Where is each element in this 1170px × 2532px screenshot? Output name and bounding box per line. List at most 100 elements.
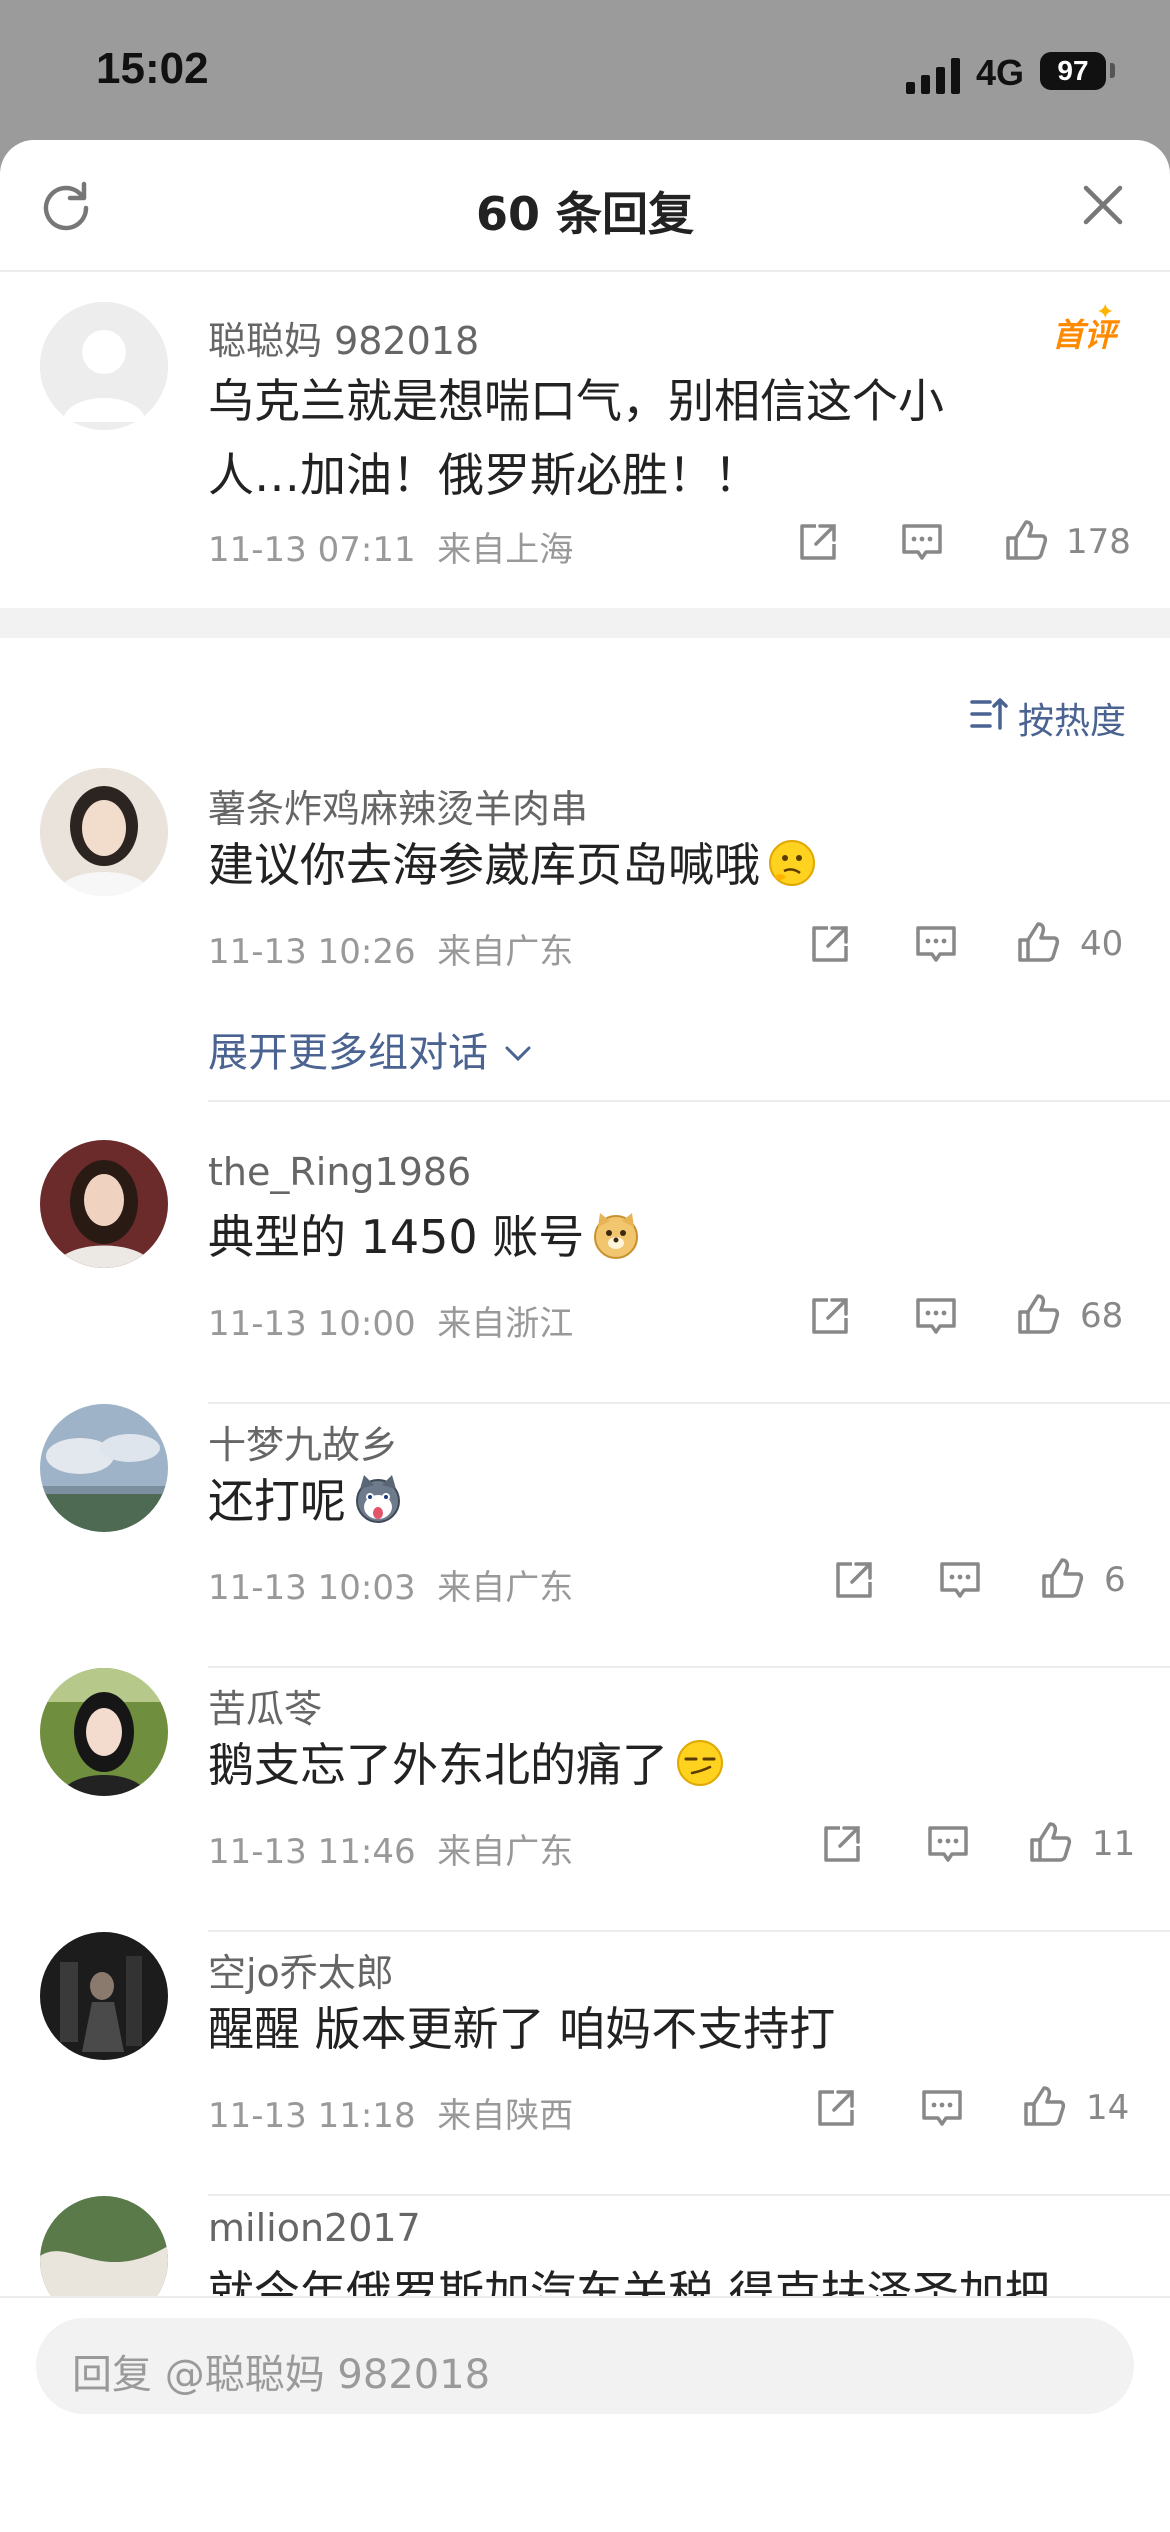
reply-item: milion2017 就今年俄罗斯加汽车关税 得克扶泽圣加把 — [0, 2196, 1170, 2296]
comment-location: 来自上海 — [437, 530, 574, 570]
username[interactable]: 空jo乔太郎 — [208, 1942, 394, 1997]
expand-label: 展开更多组对话 — [208, 1030, 488, 1076]
comment-text-content: 典型的 1450 账号 — [208, 1210, 585, 1264]
comment-location: 来自广东 — [437, 1568, 574, 1608]
avatar[interactable] — [40, 768, 168, 896]
share-icon[interactable] — [820, 1822, 864, 1866]
like-icon[interactable] — [1016, 1292, 1060, 1336]
comment-text: 还打呢 — [208, 1464, 404, 1538]
avatar[interactable] — [40, 1668, 168, 1796]
comment-meta: 11-13 11:18 来自陕西 — [208, 2088, 573, 2137]
reply-item: 空jo乔太郎 醒醒 版本更新了 咱妈不支持打 11-13 11:18 来自陕西 … — [0, 1932, 1170, 2196]
expand-more-link[interactable]: 展开更多组对话 — [208, 1020, 535, 1078]
comment-text-line-2: 人…加油！俄罗斯必胜！！ — [208, 448, 760, 502]
like-icon[interactable] — [1040, 1556, 1084, 1600]
avatar[interactable] — [40, 1932, 168, 2060]
username[interactable]: milion2017 — [208, 2206, 421, 2250]
share-icon[interactable] — [808, 1294, 852, 1338]
reply-item: 薯条炸鸡麻辣烫羊肉串 建议你去海参崴库页岛喊哦 11-13 10:26 来自广东… — [0, 768, 1170, 1102]
comment-icon[interactable] — [920, 2086, 964, 2130]
replies-sheet: 60 条回复 聪聪妈 982018 首评 ✦ 乌克兰就是想喘口气，别相信这个小 … — [0, 140, 1170, 2532]
doge-icon — [594, 1213, 639, 1259]
comment-text: 醒醒 版本更新了 咱妈不支持打 — [208, 2002, 836, 2056]
comment-time: 11-13 07:11 — [208, 530, 416, 570]
comment-text-content: 还打呢 — [208, 1474, 346, 1528]
comment-location: 来自广东 — [437, 932, 574, 972]
sort-icon — [970, 698, 1008, 730]
comment-text: 就今年俄罗斯加汽车关税 得克扶泽圣加把 — [208, 2266, 1051, 2296]
share-icon[interactable] — [796, 520, 840, 564]
reply-item: 十梦九故乡 还打呢 11-13 10:03 来自广东 6 — [0, 1404, 1170, 1668]
thinking-face-icon — [769, 840, 815, 886]
divider — [208, 1100, 1170, 1102]
comment-icon[interactable] — [900, 520, 944, 564]
comment-meta: 11-13 07:11 来自上海 — [208, 522, 573, 571]
comment-icon[interactable] — [938, 1558, 982, 1602]
sparkle-icon: ✦ — [1096, 300, 1115, 325]
username[interactable]: 薯条炸鸡麻辣烫羊肉串 — [208, 778, 588, 833]
status-bar: 15:02 4G 97 — [0, 0, 1170, 140]
like-count: 14 — [1086, 2088, 1130, 2128]
like-icon[interactable] — [1016, 920, 1060, 964]
sort-label: 按热度 — [1018, 701, 1127, 742]
username[interactable]: 聪聪妈 982018 — [208, 310, 479, 365]
comment-text-content: 建议你去海参崴库页岛喊哦 — [208, 838, 760, 892]
comment-icon[interactable] — [914, 922, 958, 966]
comment-location: 来自陕西 — [437, 2096, 574, 2136]
status-time: 15:02 — [96, 44, 209, 93]
like-icon[interactable] — [1022, 2084, 1066, 2128]
share-icon[interactable] — [808, 922, 852, 966]
comment-time: 11-13 11:18 — [208, 2096, 416, 2136]
root-comment: 聪聪妈 982018 首评 ✦ 乌克兰就是想喘口气，别相信这个小 人…加油！俄罗… — [0, 270, 1170, 608]
comment-meta: 11-13 10:03 来自广东 — [208, 1560, 573, 1609]
network-type: 4G — [976, 52, 1025, 93]
comment-text-line-1: 乌克兰就是想喘口气，别相信这个小 — [208, 374, 944, 428]
username[interactable]: 苦瓜苓 — [208, 1678, 322, 1733]
comment-text: 典型的 1450 账号 — [208, 1200, 642, 1274]
comment-location: 来自广东 — [437, 1832, 574, 1872]
avatar[interactable] — [40, 1404, 168, 1532]
username[interactable]: the_Ring1986 — [208, 1150, 471, 1194]
like-count: 178 — [1066, 522, 1131, 562]
like-count: 6 — [1104, 1560, 1126, 1600]
comment-meta: 11-13 11:46 来自广东 — [208, 1824, 573, 1873]
section-divider — [0, 608, 1170, 638]
avatar[interactable] — [40, 302, 168, 430]
comment-icon[interactable] — [926, 1822, 970, 1866]
reply-input-placeholder: 回复 @聪聪妈 982018 — [72, 2352, 491, 2398]
sheet-header: 60 条回复 — [0, 140, 1170, 272]
comment-meta: 11-13 10:26 来自广东 — [208, 924, 573, 973]
share-icon[interactable] — [832, 1558, 876, 1602]
avatar[interactable] — [40, 2196, 168, 2296]
close-icon[interactable] — [1078, 180, 1128, 230]
like-icon[interactable] — [1028, 1820, 1072, 1864]
username[interactable]: 十梦九故乡 — [208, 1414, 398, 1469]
like-count: 40 — [1080, 924, 1124, 964]
smirk-face-icon — [677, 1740, 723, 1786]
chevron-down-icon — [505, 1046, 531, 1062]
comment-time: 11-13 11:46 — [208, 1832, 416, 1872]
reply-composer: 回复 @聪聪妈 982018 — [0, 2296, 1170, 2532]
signal-icon — [906, 58, 962, 94]
comment-location: 来自浙江 — [437, 1304, 574, 1344]
comment-text: 建议你去海参崴库页岛喊哦 — [208, 828, 818, 902]
reply-item: 苦瓜苓 鹅支忘了外东北的痛了 11-13 11:46 来自广东 11 — [0, 1668, 1170, 1932]
comment-meta: 11-13 10:00 来自浙江 — [208, 1296, 573, 1345]
reply-item: the_Ring1986 典型的 1450 账号 11-13 10:00 来自浙… — [0, 1140, 1170, 1404]
comment-time: 11-13 10:26 — [208, 932, 416, 972]
comment-time: 11-13 10:03 — [208, 1568, 416, 1608]
comment-icon[interactable] — [914, 1294, 958, 1338]
comment-text-content: 鹅支忘了外东北的痛了 — [208, 1738, 668, 1792]
page-title: 60 条回复 — [475, 187, 695, 241]
share-icon[interactable] — [814, 2086, 858, 2130]
comment-time: 11-13 10:00 — [208, 1304, 416, 1344]
like-icon[interactable] — [1004, 518, 1048, 562]
battery-tip — [1110, 63, 1115, 78]
like-count: 68 — [1080, 1296, 1124, 1336]
like-count: 11 — [1092, 1824, 1136, 1864]
husky-icon — [356, 1475, 400, 1523]
comment-text: 鹅支忘了外东北的痛了 — [208, 1728, 726, 1802]
reply-input[interactable]: 回复 @聪聪妈 982018 — [36, 2318, 1134, 2414]
battery-icon: 97 — [1040, 52, 1106, 90]
avatar[interactable] — [40, 1140, 168, 1268]
